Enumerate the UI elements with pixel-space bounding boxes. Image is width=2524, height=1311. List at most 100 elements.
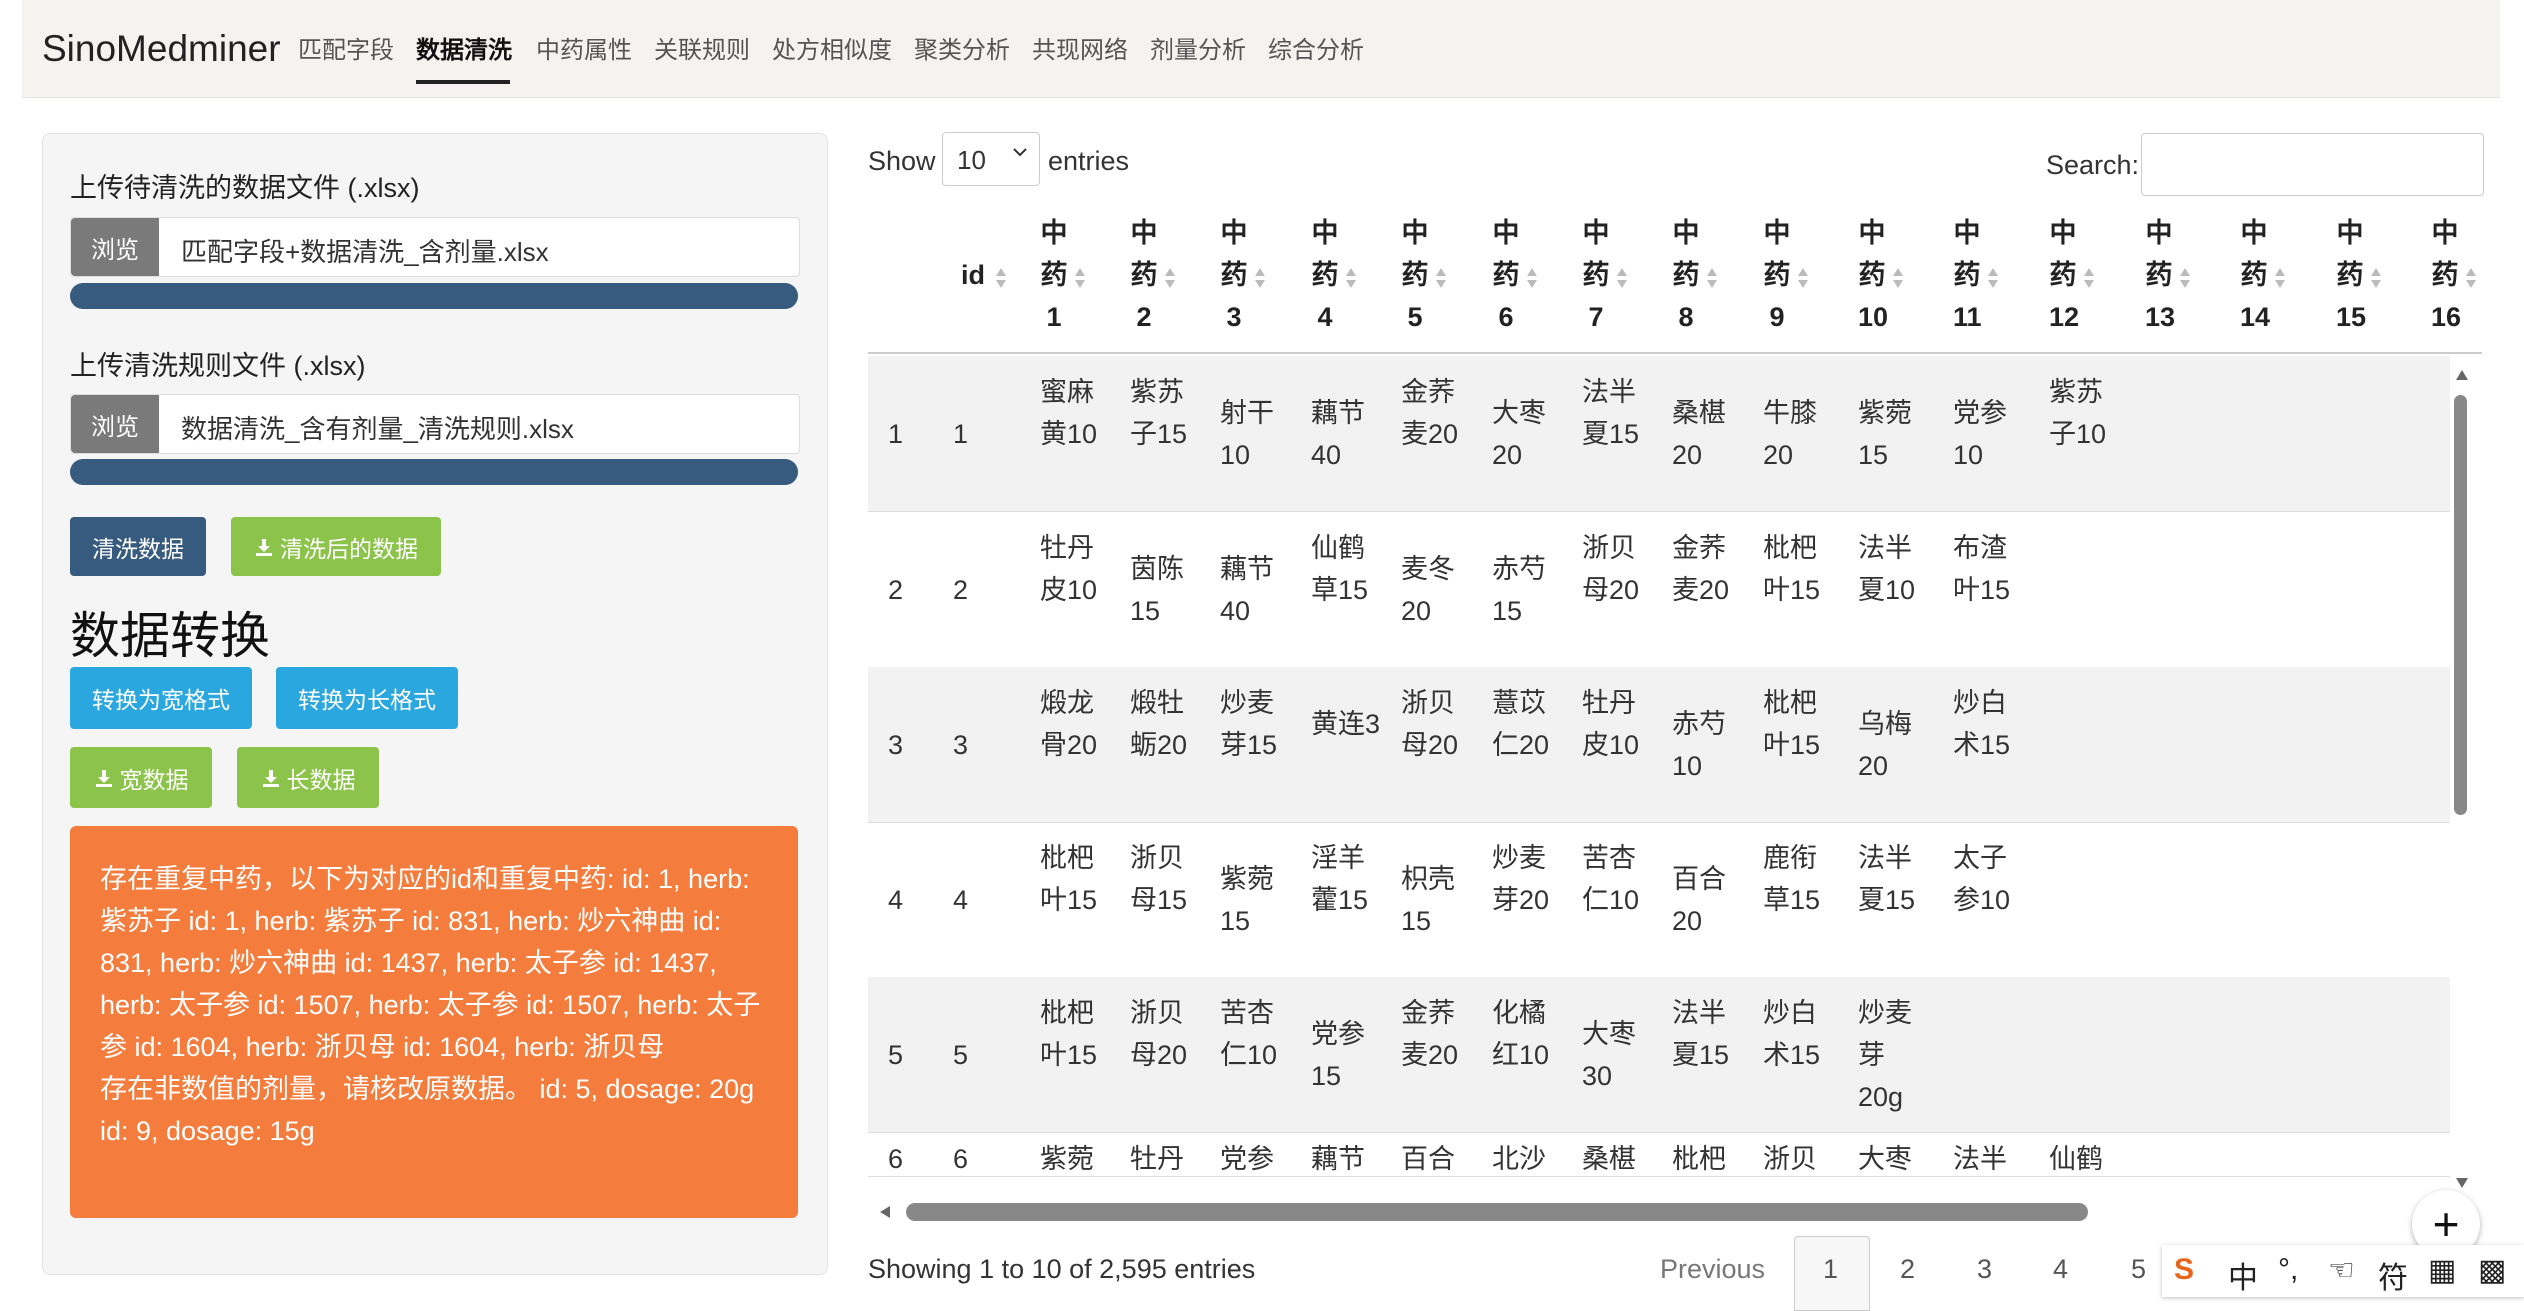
column-header[interactable]: 中药7: [1582, 212, 1610, 338]
table-cell: 茵陈15: [1130, 553, 1184, 626]
duplicate-herbs-message: 存在重复中药，以下为对应的id和重复中药: id: 1, herb: 紫苏子 i…: [100, 864, 761, 1062]
sort-icon[interactable]: [1435, 266, 1447, 290]
sort-icon[interactable]: [1987, 266, 1999, 290]
pagination-page-1[interactable]: 1: [1823, 1254, 1838, 1285]
column-header[interactable]: 中药4: [1311, 212, 1339, 338]
sort-icon[interactable]: [1164, 266, 1176, 290]
ime-symbols[interactable]: 符: [2378, 1253, 2408, 1297]
table-row[interactable]: 5 5 枇杷叶15 浙贝母20 苦杏仁10 党参15 金荞麦20 化橘红10 大枣30 法半夏15…: [868, 977, 2450, 1133]
table-cell: 4: [953, 884, 969, 915]
nav-item-association-rules[interactable]: 关联规则: [654, 30, 750, 65]
table-cell: 6: [888, 1144, 904, 1174]
page-length-select[interactable]: 10: [942, 132, 1040, 186]
sort-icon[interactable]: [1074, 266, 1086, 290]
table-cell: 牛膝20: [1763, 397, 1817, 470]
data-file-input[interactable]: 浏览 匹配字段+数据清洗_含剂量.xlsx: [70, 217, 800, 277]
column-header[interactable]: 中药12: [2049, 212, 2079, 338]
sort-icon[interactable]: [1892, 266, 1904, 290]
horizontal-scroll-thumb[interactable]: [906, 1203, 2088, 1221]
table-cell: 浙贝母20: [1582, 532, 1640, 605]
sort-icon[interactable]: [2274, 266, 2286, 290]
column-header[interactable]: 中药8: [1672, 212, 1700, 338]
table-cell: 浙贝母20: [1401, 687, 1459, 760]
table-cell: 麦冬20: [1401, 553, 1455, 626]
sort-icon[interactable]: [2083, 266, 2095, 290]
pagination-page-4[interactable]: 4: [2053, 1254, 2068, 1285]
to-wide-format-button[interactable]: 转换为宽格式: [70, 667, 252, 729]
rules-upload-progress-fill: [70, 459, 798, 485]
pagination-previous[interactable]: Previous: [1660, 1254, 1765, 1285]
table-cell: 赤芍15: [1492, 553, 1546, 626]
column-header[interactable]: 中药15: [2336, 212, 2366, 338]
table-row[interactable]: 4 4 枇杷叶15 浙贝母15 紫菀15 淫羊藿15 枳壳15 炒麦芽20 苦杏仁10 百合20 鹿…: [868, 822, 2450, 978]
table-cell: 鹿衔草15: [1763, 842, 1821, 915]
rules-upload-progress: [70, 459, 798, 485]
column-header[interactable]: 中药5: [1401, 212, 1429, 338]
column-header[interactable]: 中药11: [1953, 212, 1982, 338]
table-row[interactable]: 3 3 煅龙骨20 煅牡蛎20 炒麦芽15 黄连3 浙贝母20 薏苡仁20 牡丹皮10 赤芍10 枇…: [868, 667, 2450, 823]
pagination-page-2[interactable]: 2: [1900, 1254, 1915, 1285]
vertical-scroll-thumb[interactable]: [2454, 395, 2467, 815]
sort-icon[interactable]: [995, 266, 1007, 290]
ime-keyboard-icon[interactable]: ▦: [2428, 1253, 2456, 1288]
nav-item-cluster-analysis[interactable]: 聚类分析: [914, 30, 1010, 65]
ime-menu-icon[interactable]: ▩: [2478, 1253, 2506, 1288]
nav-item-cooccurrence-network[interactable]: 共现网络: [1032, 30, 1128, 65]
clean-data-button[interactable]: 清洗数据: [70, 517, 206, 576]
sort-icon[interactable]: [1526, 266, 1538, 290]
sort-icon[interactable]: [1345, 266, 1357, 290]
nav-item-match-fields[interactable]: 匹配字段: [298, 30, 394, 65]
brand-title[interactable]: SinoMedminer: [42, 28, 281, 70]
browse-data-button[interactable]: 浏览: [71, 218, 159, 276]
scroll-left-icon[interactable]: [878, 1204, 892, 1220]
download-cleaned-button[interactable]: 清洗后的数据: [231, 517, 441, 576]
nav-item-prescription-similarity[interactable]: 处方相似度: [772, 30, 892, 65]
scroll-down-icon[interactable]: [2454, 1176, 2470, 1190]
ime-punctuation[interactable]: °,: [2278, 1253, 2298, 1287]
table-cell: 法半夏15: [1672, 997, 1730, 1070]
column-header[interactable]: 中药13: [2145, 212, 2175, 338]
column-header[interactable]: id: [955, 254, 991, 296]
nav-item-data-cleaning[interactable]: 数据清洗: [416, 30, 512, 65]
download-wide-button[interactable]: 宽数据: [70, 747, 212, 808]
search-input[interactable]: [2141, 133, 2484, 196]
column-header[interactable]: 中药16: [2431, 212, 2461, 338]
sort-icon[interactable]: [2465, 266, 2477, 290]
ime-chinese-mode[interactable]: 中: [2228, 1253, 2258, 1297]
ime-gesture-icon[interactable]: ☜: [2328, 1253, 2355, 1288]
table-cell: 藕节40: [1311, 397, 1365, 470]
nav-item-herb-properties[interactable]: 中药属性: [536, 30, 632, 65]
pagination-page-3[interactable]: 3: [1977, 1254, 1992, 1285]
download-long-button[interactable]: 长数据: [237, 747, 379, 808]
rules-file-input[interactable]: 浏览 数据清洗_含有剂量_清洗规则.xlsx: [70, 394, 800, 454]
data-file-name: 匹配字段+数据清洗_含剂量.xlsx: [181, 237, 549, 267]
pagination-page-5[interactable]: 5: [2131, 1254, 2146, 1285]
column-header[interactable]: 中药9: [1763, 212, 1791, 338]
to-long-format-button[interactable]: 转换为长格式: [276, 667, 458, 729]
table-row[interactable]: 2 2 牡丹皮10 茵陈15 藕节40 仙鹤草15 麦冬20 赤芍15 浙贝母20 金荞麦20 枇杷…: [868, 512, 2450, 668]
sort-icon[interactable]: [2370, 266, 2382, 290]
scroll-up-icon[interactable]: [2454, 368, 2470, 382]
table-cell: 紫菀15: [1858, 397, 1912, 470]
sort-icon[interactable]: [1254, 266, 1266, 290]
table-row[interactable]: 6 6 紫菀 牡丹皮 党参 藕节 百合 北沙参 桑椹 枇杷叶 浙贝母 大枣 法半 仙鹤: [868, 1132, 2450, 1177]
sort-icon[interactable]: [1616, 266, 1628, 290]
table-row[interactable]: 1 1 蜜麻黄10 紫苏子15 射干10 藕节40 金荞麦20 大枣20 法半夏15 桑椹20 牛膝…: [868, 356, 2450, 512]
sort-icon[interactable]: [2179, 266, 2191, 290]
sort-icon[interactable]: [1797, 266, 1809, 290]
table-cell: 仙鹤草15: [1311, 532, 1369, 605]
sort-icon[interactable]: [1706, 266, 1718, 290]
column-header[interactable]: 中药10: [1858, 212, 1888, 338]
column-header[interactable]: 中药3: [1220, 212, 1248, 338]
browse-rules-button[interactable]: 浏览: [71, 395, 159, 453]
column-header[interactable]: 中药2: [1130, 212, 1158, 338]
entries-label: entries: [1048, 146, 1130, 176]
nav-item-comprehensive-analysis[interactable]: 综合分析: [1268, 30, 1364, 65]
table-cell: 乌梅20: [1858, 708, 1912, 781]
column-header[interactable]: 中药1: [1040, 212, 1068, 338]
nav-item-dosage-analysis[interactable]: 剂量分析: [1150, 30, 1246, 65]
column-header[interactable]: 中药6: [1492, 212, 1520, 338]
table-cell: 桑椹20: [1672, 397, 1726, 470]
ime-logo-icon[interactable]: S: [2174, 1253, 2194, 1287]
column-header[interactable]: 中药14: [2240, 212, 2270, 338]
